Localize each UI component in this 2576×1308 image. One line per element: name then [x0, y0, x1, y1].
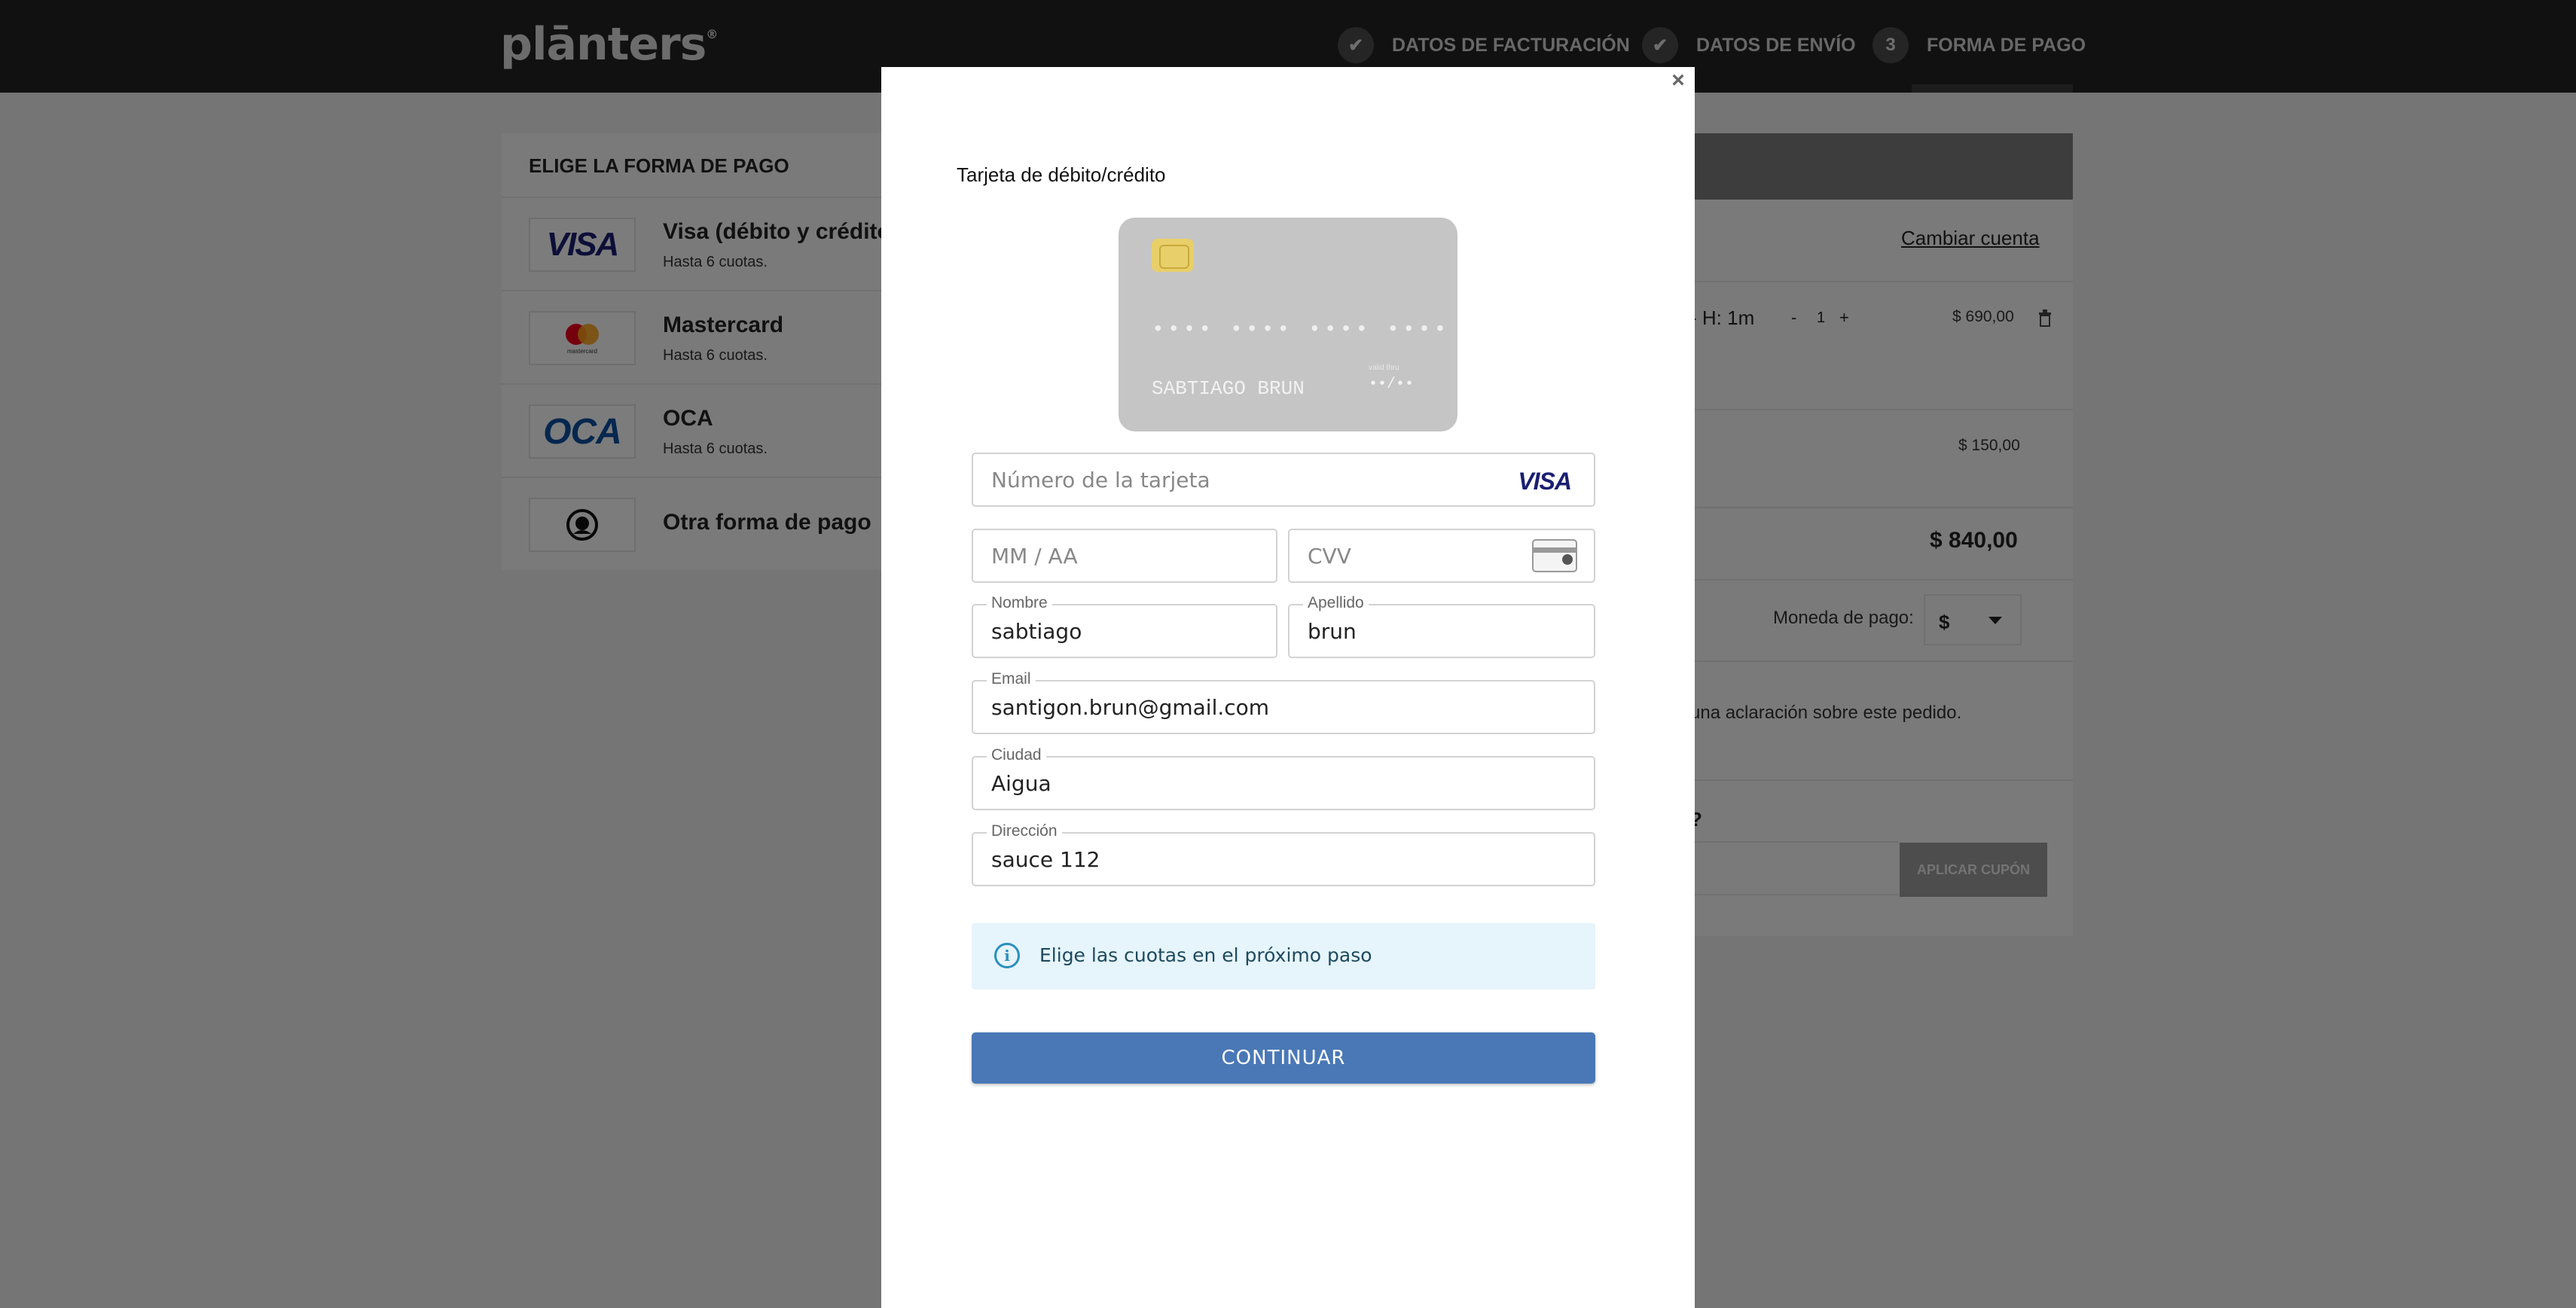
info-text: Elige las cuotas en el próximo paso — [1039, 944, 1372, 966]
info-icon: i — [994, 943, 1020, 968]
card-preview-valid-label: valid thru — [1369, 364, 1399, 372]
continue-button[interactable]: CONTINUAR — [972, 1032, 1595, 1084]
card-number-field[interactable]: VISA — [972, 453, 1595, 507]
card-preview-name: SABTIAGO BRUN — [1152, 377, 1305, 400]
card-payment-modal: × Tarjeta de débito/crédito •••• •••• ••… — [881, 67, 1695, 1308]
cvv-field[interactable] — [1288, 529, 1595, 583]
nombre-input[interactable] — [973, 605, 1276, 657]
apellido-field[interactable]: Apellido — [1288, 594, 1595, 658]
email-field[interactable]: Email — [972, 670, 1595, 734]
ciudad-field[interactable]: Ciudad — [972, 746, 1595, 810]
installments-info-banner: i Elige las cuotas en el próximo paso — [972, 923, 1595, 989]
cvv-card-icon — [1532, 539, 1577, 572]
direccion-input[interactable] — [973, 834, 1594, 885]
close-icon[interactable]: × — [1665, 67, 1692, 94]
modal-title: Tarjeta de débito/crédito — [957, 163, 1166, 186]
direccion-field[interactable]: Dirección — [972, 822, 1595, 886]
card-preview: •••• •••• •••• •••• SABTIAGO BRUN valid … — [1119, 218, 1457, 431]
nombre-field[interactable]: Nombre — [972, 594, 1277, 658]
expiry-field[interactable] — [972, 529, 1277, 583]
card-number-input[interactable] — [973, 454, 1594, 505]
visa-card-brand-icon: VISA — [1518, 468, 1572, 495]
expiry-input[interactable] — [973, 530, 1276, 581]
ciudad-input[interactable] — [973, 758, 1594, 809]
card-preview-expiry: ••/•• — [1369, 376, 1415, 393]
email-input[interactable] — [973, 681, 1594, 733]
card-chip-icon — [1152, 239, 1194, 272]
card-preview-number: •••• •••• •••• •••• — [1152, 319, 1450, 342]
apellido-input[interactable] — [1290, 605, 1594, 657]
